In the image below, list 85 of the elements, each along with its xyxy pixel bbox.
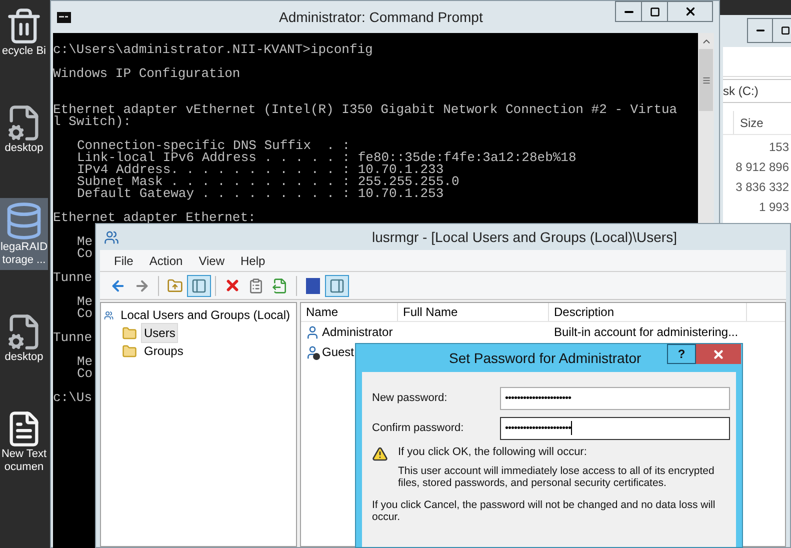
console-line: IPv4 Address. . . . . . . . . . . : 10.70.1.233 (77, 164, 444, 176)
column-header[interactable]: Full Name (398, 303, 549, 321)
console-line: Me (77, 296, 93, 308)
menu-item[interactable]: Action (143, 252, 189, 270)
user-name[interactable]: Administrator (322, 323, 393, 341)
left-panel-icon (191, 278, 207, 294)
field-label: New password: (372, 390, 448, 406)
console-line: Windows IP Configuration (53, 68, 240, 80)
console-line: Me (77, 356, 93, 368)
desktop-icon-label: ocumen (4, 461, 44, 474)
desktop-icon-label: torage ... (2, 254, 46, 267)
maximize-icon (781, 26, 790, 35)
dialog-title: Set Password for Administrator (449, 348, 642, 368)
desktop-icon[interactable]: ecycle Bi (0, 4, 48, 61)
console-line: l Switch): (53, 116, 132, 128)
folder-icon (122, 326, 137, 340)
address-bar[interactable]: sk (C:) (723, 79, 791, 103)
file-size: 1 993 (758, 199, 790, 216)
cancel-note: If you click Cancel, the password will not be changed and no data loss will occur. (372, 499, 716, 523)
password-field[interactable]: •••••••••••••••••••••• (500, 386, 730, 410)
console-line: Ethernet adapter Ethernet: (53, 212, 256, 224)
folder-icon (122, 344, 137, 358)
close-icon (684, 5, 696, 18)
desktop-icon-label: legaRAID (0, 241, 48, 254)
maximize-icon (650, 6, 660, 16)
menu-item[interactable]: View (192, 252, 230, 270)
column-header[interactable]: Size (740, 111, 764, 134)
help-icon (306, 278, 320, 294)
desktop-icon-label: desktop (4, 142, 44, 155)
console-line: Connection-specific DNS Suffix . : (77, 140, 350, 152)
warning-text: If you click OK, the following will occur: (398, 446, 588, 459)
warning-icon (372, 446, 388, 462)
desktop-icon[interactable]: desktop (0, 101, 48, 158)
tree-item[interactable]: Local Users and Groups (Local) (118, 305, 293, 325)
recycle-bin-icon (5, 7, 43, 45)
window-title: lusrmgr - [Local Users and Groups (Local)\Users] (372, 228, 677, 247)
file-size: 153 (768, 139, 790, 156)
console-line: Default Gateway . . . . . . . . . : 10.70.1.253 (77, 188, 444, 200)
tree-item[interactable]: Users (141, 323, 178, 343)
menu-item[interactable]: File (108, 252, 140, 270)
close-button[interactable] (668, 1, 713, 22)
tree-item[interactable]: Groups (141, 341, 186, 361)
console-line: Me (77, 236, 93, 248)
folder-up-icon (167, 278, 183, 294)
window-title: Administrator: Command Prompt (279, 8, 483, 27)
delete-icon (224, 277, 240, 294)
console-line: c:\Users\administrator.NII-KVANT>ipconfig (53, 44, 373, 56)
menu-item[interactable]: Help (234, 252, 272, 270)
properties-icon (248, 278, 264, 294)
file-size: 8 912 896 (734, 159, 790, 176)
column-header[interactable]: Name (301, 303, 398, 321)
console-line: Co (77, 248, 93, 260)
minimize-button[interactable] (615, 1, 642, 22)
desktop-icon[interactable]: New Text ocumen (0, 407, 48, 477)
right-panel-icon (329, 278, 345, 294)
export-icon (272, 278, 288, 294)
grip-icon (702, 76, 710, 84)
file-size: 3 836 332 (734, 179, 790, 196)
user-description: Built-in account for administering... (553, 324, 738, 341)
desktop-icon-label: New Text (1, 448, 47, 461)
console-line: Ethernet adapter vEthernet (Intel(R) I350 Gigabit Network Connection #2 - Virtua (53, 104, 678, 116)
desktop-icon-label: ecycle Bi (2, 45, 46, 58)
console-icon (57, 12, 71, 22)
warning-detail: This user account will immediately lose access to all of its encrypted files, stored passwords, and personal security certificates. (398, 465, 716, 489)
console-line: Tunne (53, 332, 92, 344)
console-line: Tunne (53, 272, 92, 284)
desktop-icon[interactable]: legaRAID torage ... (0, 198, 48, 270)
console-line: Link-local IPv6 Address . . . . . : fe80::35de:f4fe:3a12:28eb%18 (77, 152, 576, 164)
console-line: Co (77, 368, 93, 380)
scrollbar-thumb[interactable] (699, 49, 713, 111)
action-pane-button[interactable] (325, 274, 349, 296)
column-header[interactable]: Description (549, 303, 747, 321)
console-line: Co (77, 308, 93, 320)
desktop-icon[interactable]: desktop (0, 310, 48, 367)
console-line: Subnet Mask . . . . . . . . . . . : 255.255.255.0 (77, 176, 460, 188)
field-label: Confirm password: (372, 420, 465, 436)
tree-toggle-button[interactable] (187, 274, 211, 296)
minimize-button[interactable] (747, 18, 773, 43)
close-icon (712, 348, 725, 360)
console-line: c:\Us (53, 392, 92, 404)
app-icon (104, 230, 119, 244)
help-button[interactable]: ? (667, 344, 696, 364)
maximize-button[interactable] (642, 1, 668, 22)
password-field[interactable]: •••••••••••••••••••••• (500, 416, 730, 440)
desktop-icon-label: desktop (4, 351, 44, 364)
